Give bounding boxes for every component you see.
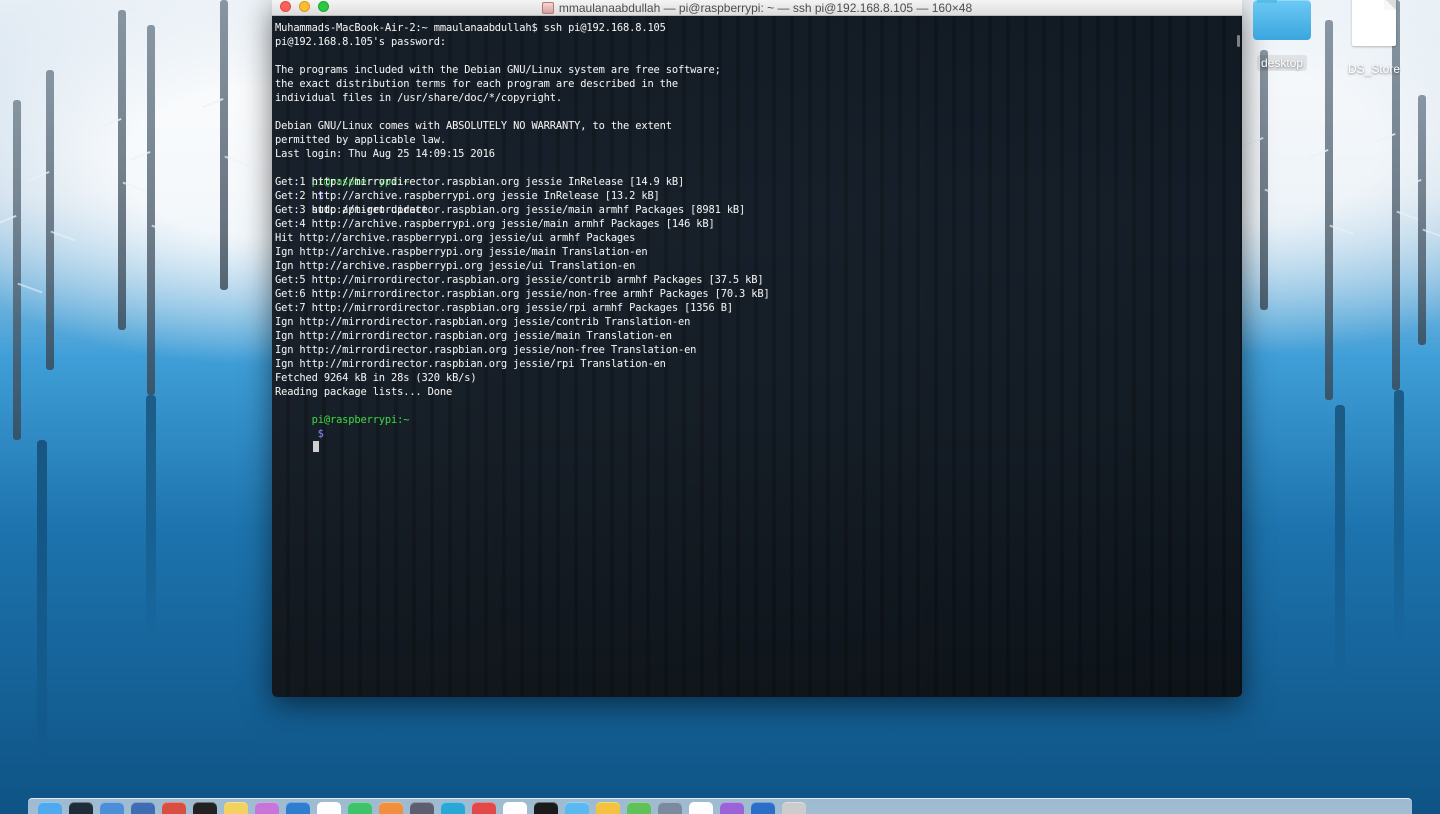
- terminal-line: Get:6 http://mirrordirector.raspbian.org…: [275, 288, 770, 300]
- terminal-icon[interactable]: [193, 802, 217, 814]
- tree-trunk: [1418, 95, 1426, 345]
- terminal-line: Muhammads-MacBook-Air-2:~ mmaulanaabdull…: [275, 22, 666, 34]
- terminal-line: Get:2 http://archive.raspberrypi.org jes…: [275, 190, 660, 202]
- text-cursor: [312, 441, 319, 452]
- app-icon[interactable]: [689, 802, 713, 814]
- terminal-output[interactable]: Muhammads-MacBook-Air-2:~ mmaulanaabdull…: [272, 16, 1242, 697]
- terminal-line: The programs included with the Debian GN…: [275, 64, 721, 76]
- tree-reflection: [37, 440, 47, 760]
- terminal-icon: [541, 1, 554, 14]
- xcode-icon[interactable]: [286, 802, 310, 814]
- app-icon[interactable]: [503, 802, 527, 814]
- tree-trunk: [46, 70, 54, 370]
- terminal-window[interactable]: mmaulanaabdullah — pi@raspberrypi: ~ — s…: [272, 0, 1242, 697]
- terminal-prompt: pi@raspberrypi:~: [311, 414, 410, 426]
- terminal-line: Ign http://archive.raspberrypi.org jessi…: [275, 260, 636, 272]
- launchpad-icon[interactable]: [69, 802, 93, 814]
- file-icon: [1352, 0, 1396, 46]
- chrome-icon[interactable]: [162, 802, 186, 814]
- terminal-line: Ign http://archive.raspberrypi.org jessi…: [275, 246, 648, 258]
- safari-icon[interactable]: [100, 802, 124, 814]
- app-icon[interactable]: [627, 802, 651, 814]
- vertical-scrollbar-thumb[interactable]: [1237, 35, 1240, 47]
- app-icon[interactable]: [720, 802, 744, 814]
- terminal-line: Debian GNU/Linux comes with ABSOLUTELY N…: [275, 120, 672, 132]
- tree-reflection: [146, 395, 156, 645]
- terminal-line: Ign http://mirrordirector.raspbian.org j…: [275, 358, 666, 370]
- app-icon[interactable]: [658, 802, 682, 814]
- terminal-line: Ign http://mirrordirector.raspbian.org j…: [275, 330, 672, 342]
- photos-icon[interactable]: [255, 802, 279, 814]
- terminal-line: Get:4 http://archive.raspberrypi.org jes…: [275, 218, 715, 230]
- terminal-line: Get:5 http://mirrordirector.raspbian.org…: [275, 274, 764, 286]
- tree-trunk: [1260, 50, 1268, 310]
- app-icon[interactable]: [565, 802, 589, 814]
- mail-icon[interactable]: [131, 802, 155, 814]
- terminal-line: Fetched 9264 kB in 28s (320 kB/s): [275, 372, 477, 384]
- terminal-line: pi@192.168.8.105's password:: [275, 36, 446, 48]
- zoom-icon[interactable]: [318, 1, 329, 12]
- tree-trunk: [13, 100, 21, 440]
- terminal-line: Get:3 http://mirrordirector.raspbian.org…: [275, 204, 746, 216]
- window-titlebar[interactable]: mmaulanaabdullah — pi@raspberrypi: ~ — s…: [272, 0, 1242, 16]
- terminal-line: the exact distribution terms for each pr…: [275, 78, 678, 90]
- app-icon[interactable]: [348, 802, 372, 814]
- tree-trunk: [147, 25, 155, 395]
- ds-store-file-icon[interactable]: DS_Store: [1341, 0, 1407, 77]
- terminal-line: Get:1 http://mirrordirector.raspbian.org…: [275, 176, 685, 188]
- app-icon[interactable]: [410, 802, 434, 814]
- calendar-icon[interactable]: [317, 802, 341, 814]
- close-icon[interactable]: [280, 1, 291, 12]
- terminal-prompt-line: pi@raspberrypi:~ $: [275, 399, 1239, 452]
- app-icon[interactable]: [596, 802, 620, 814]
- tree-trunk: [1325, 20, 1333, 400]
- app-icon[interactable]: [534, 802, 558, 814]
- terminal-line: Ign http://mirrordirector.raspbian.org j…: [275, 316, 691, 328]
- terminal-prompt-line: pi@raspberrypi:~ $ sudo apt-get update: [275, 161, 1239, 216]
- terminal-line: Reading package lists... Done: [275, 386, 453, 398]
- app-icon[interactable]: [441, 802, 465, 814]
- terminal-line: permitted by applicable law.: [275, 134, 446, 146]
- terminal-line: Hit http://archive.raspberrypi.org jessi…: [275, 232, 636, 244]
- prompt-arrow-icon: $: [317, 428, 324, 440]
- tree-trunk: [220, 0, 228, 290]
- desktop-icon-label: desktop: [1256, 55, 1308, 71]
- app-icon[interactable]: [472, 802, 496, 814]
- notes-icon[interactable]: [224, 802, 248, 814]
- app-icon[interactable]: [782, 802, 806, 814]
- minimize-icon[interactable]: [299, 1, 310, 12]
- terminal-line: Ign http://mirrordirector.raspbian.org j…: [275, 344, 697, 356]
- window-title: mmaulanaabdullah — pi@raspberrypi: ~ — s…: [558, 0, 973, 15]
- app-icon[interactable]: [751, 802, 775, 814]
- folder-icon: [1253, 0, 1311, 40]
- finder-icon[interactable]: [38, 802, 62, 814]
- terminal-line: Last login: Thu Aug 25 14:09:15 2016: [275, 148, 495, 160]
- tree-reflection: [1335, 405, 1345, 685]
- desktop-folder-icon[interactable]: desktop: [1249, 0, 1315, 71]
- window-controls: [280, 1, 329, 12]
- app-icon[interactable]: [379, 802, 403, 814]
- tree-trunk: [118, 10, 126, 330]
- terminal-line: Get:7 http://mirrordirector.raspbian.org…: [275, 302, 733, 314]
- desktop-icon-label: DS_Store: [1347, 62, 1401, 76]
- tree-reflection: [1394, 390, 1404, 650]
- terminal-line: individual files in /usr/share/doc/*/cop…: [275, 92, 562, 104]
- dock[interactable]: [28, 798, 1412, 814]
